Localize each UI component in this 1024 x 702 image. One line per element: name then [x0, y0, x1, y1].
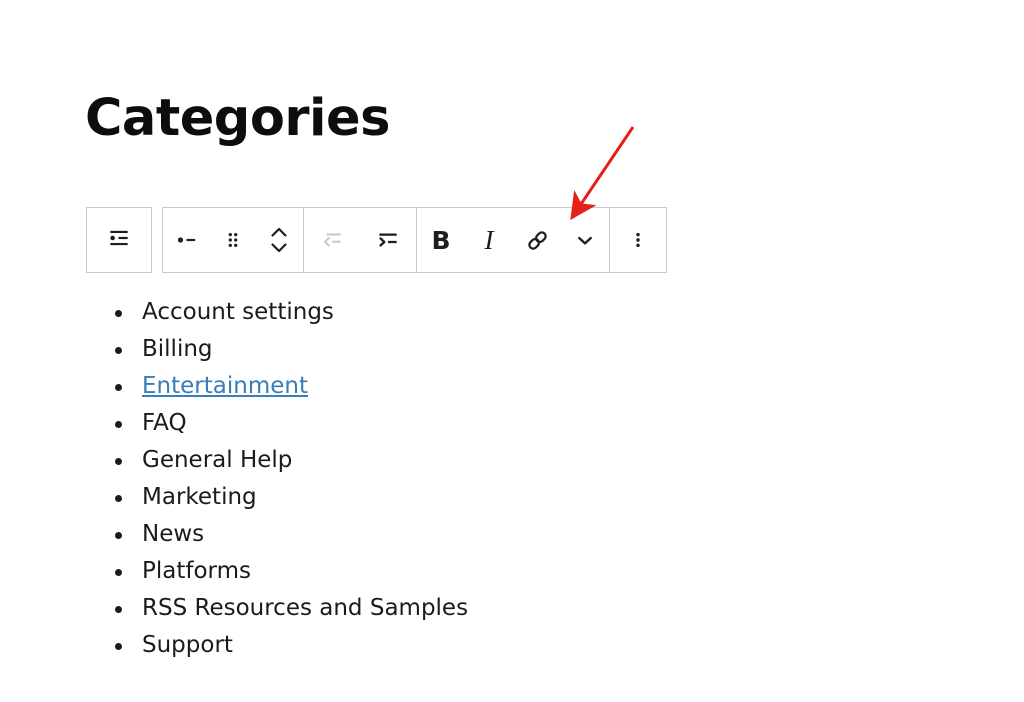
- list-item[interactable]: Entertainment: [114, 368, 468, 405]
- list-item[interactable]: Support: [114, 627, 468, 664]
- chevron-down-icon: [573, 228, 597, 252]
- options-button[interactable]: [610, 208, 666, 272]
- indent-button[interactable]: [360, 208, 416, 272]
- list-item[interactable]: FAQ: [114, 405, 468, 442]
- list-item[interactable]: Account settings: [114, 294, 468, 331]
- indent-icon: [375, 227, 401, 253]
- list-item[interactable]: Platforms: [114, 553, 468, 590]
- italic-button[interactable]: I: [465, 208, 513, 272]
- list-block-button[interactable]: [163, 208, 211, 272]
- list-item-label: Billing: [142, 336, 213, 362]
- list-item-label: Support: [142, 632, 233, 658]
- toolbar-group-block-controls: [163, 208, 304, 272]
- link-icon: [524, 227, 551, 254]
- list-item[interactable]: RSS Resources and Samples: [114, 590, 469, 627]
- outdent-icon: [319, 227, 345, 253]
- list-item-label: FAQ: [142, 410, 187, 436]
- list-item-label: RSS Resources and Samples: [142, 595, 469, 621]
- move-up-down-icon: [266, 220, 292, 260]
- category-list: Account settings Billing Entertainment F…: [86, 294, 468, 664]
- list-view-icon: [106, 225, 132, 256]
- page-title: Categories: [85, 89, 390, 148]
- drag-handle-button[interactable]: [211, 208, 255, 272]
- toolbar-group-options: [610, 208, 666, 272]
- list-item[interactable]: General Help: [114, 442, 468, 479]
- drag-handle-icon: [222, 227, 244, 253]
- toolbar-group-formatting: B I: [417, 208, 610, 272]
- block-toolbar: B I: [86, 207, 667, 273]
- block-toolbar-main: B I: [162, 207, 667, 273]
- block-type-switcher-button[interactable]: [86, 207, 152, 273]
- toolbar-group-indentation: [304, 208, 417, 272]
- list-item-label: General Help: [142, 447, 293, 473]
- list-item-label: Platforms: [142, 558, 251, 584]
- outdent-button[interactable]: [304, 208, 360, 272]
- list-item-link[interactable]: Entertainment: [142, 373, 308, 399]
- list-item[interactable]: Billing: [114, 331, 468, 368]
- bullet-list-icon: [174, 227, 200, 253]
- list-item[interactable]: Marketing: [114, 479, 468, 516]
- list-item-label: Marketing: [142, 484, 257, 510]
- move-up-down-button[interactable]: [255, 208, 303, 272]
- bold-icon: B: [431, 225, 451, 255]
- italic-icon: I: [484, 224, 494, 255]
- list-item-label: News: [142, 521, 205, 547]
- list-item-label: Account settings: [142, 299, 334, 325]
- list-item[interactable]: News: [114, 516, 468, 553]
- vertical-ellipsis-icon: [627, 227, 649, 253]
- more-rich-text-controls-button[interactable]: [561, 208, 609, 272]
- link-button[interactable]: [513, 208, 561, 272]
- bold-button[interactable]: B: [417, 208, 465, 272]
